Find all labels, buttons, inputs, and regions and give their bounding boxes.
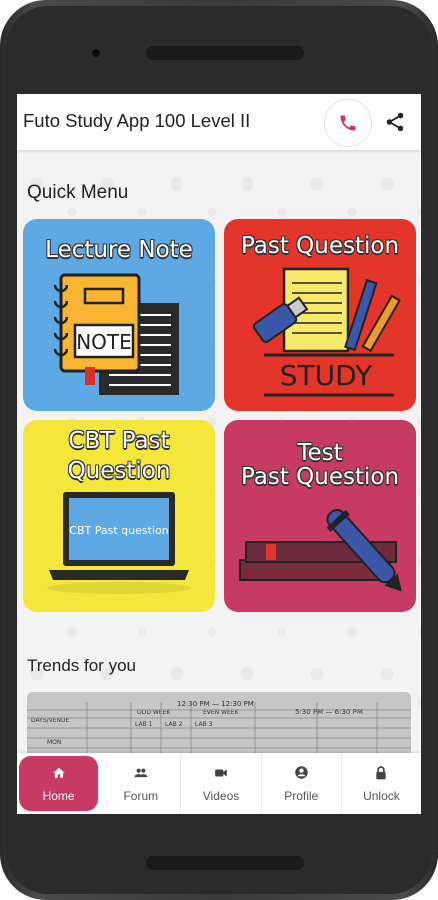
call-button[interactable] (324, 99, 372, 147)
video-camera-icon (215, 769, 227, 776)
cbt-past-question-tile[interactable]: CBT Past Question CBT Past question (23, 420, 215, 612)
lecture-note-label: Lecture Note (45, 237, 193, 263)
account-circle-icon (294, 766, 308, 779)
people-icon (134, 768, 148, 777)
laptop-screen-text: CBT Past question (69, 524, 168, 537)
timetable-time1: 12:30 PM — 12:30 PM (177, 700, 254, 708)
past-question-tile[interactable]: Past Question STUDY (224, 219, 416, 411)
share-button[interactable] (379, 106, 411, 138)
cbt-label-line1: CBT Past (68, 428, 170, 454)
home-icon (52, 767, 65, 778)
lecture-note-tile[interactable]: Lecture Note NOTE (23, 219, 215, 411)
bottom-navigation: Home Forum Videos Profile Unlock (17, 753, 421, 814)
nav-unlock-label: Unlock (363, 788, 400, 803)
phone-icon (340, 115, 356, 131)
timetable-lab3: LAB 3 (195, 721, 213, 728)
timetable-mon: MON (47, 739, 61, 746)
bottom-speaker (146, 856, 304, 870)
nav-profile-label: Profile (284, 788, 319, 803)
nav-home[interactable]: Home (19, 756, 100, 811)
nav-home-label: Home (42, 788, 75, 803)
earpiece-speaker (146, 46, 304, 60)
nav-unlock[interactable]: Unlock (342, 753, 421, 814)
share-icon (386, 112, 404, 132)
timetable-lab2: LAB 2 (165, 721, 183, 728)
nav-videos[interactable]: Videos (181, 753, 262, 814)
past-question-label: Past Question (240, 233, 400, 259)
timetable-lab1: LAB 1 (135, 721, 153, 728)
nav-forum[interactable]: Forum (101, 753, 182, 814)
study-label-text: STUDY (280, 359, 373, 392)
nav-forum-label: Forum (123, 788, 159, 803)
app-title: Futo Study App 100 Level II (23, 110, 251, 131)
front-camera (92, 49, 100, 57)
app-screen: Futo Study App 100 Level II Quick Menu L… (17, 94, 421, 814)
nav-profile[interactable]: Profile (262, 753, 342, 814)
books-pen-illustration (239, 508, 402, 592)
quick-menu-title: Quick Menu (27, 182, 129, 203)
test-past-question-tile[interactable]: Test Past Question (224, 420, 416, 612)
trends-title: Trends for you (27, 656, 136, 675)
lock-icon (376, 765, 387, 779)
nav-videos-label: Videos (202, 788, 240, 803)
cbt-label-line2: Question (67, 458, 171, 484)
notebook-illustration: NOTE (53, 273, 179, 395)
laptop-illustration: CBT Past question (47, 492, 191, 594)
timetable-time2: 5:30 PM — 6:30 PM (295, 708, 363, 716)
app-bar: Futo Study App 100 Level II (17, 94, 421, 150)
study-illustration: STUDY (252, 267, 401, 397)
test-label-line1: Test (297, 440, 343, 466)
notebook-label-text: NOTE (76, 330, 132, 354)
